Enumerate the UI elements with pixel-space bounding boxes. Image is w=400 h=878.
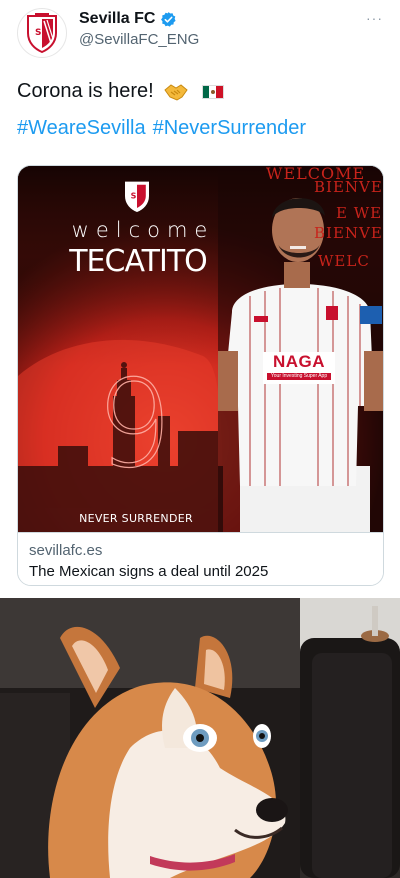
sponsor-tagline: Your Investing Super App xyxy=(267,373,331,380)
mexico-flag-icon xyxy=(201,84,224,99)
card-meta[interactable]: sevillafc.es The Mexican signs a deal un… xyxy=(18,532,383,585)
avatar[interactable]: S xyxy=(17,8,67,58)
welcome-heading: welcome xyxy=(71,218,215,242)
handle[interactable]: @SevillaFC_ENG xyxy=(79,31,199,48)
sevilla-crest-icon: S xyxy=(27,13,57,53)
card-image[interactable]: 9 WELCOME BIENVE E WE BIENVE WELC S welc… xyxy=(18,166,383,532)
svg-text:S: S xyxy=(131,191,137,200)
slogan: NEVER SURRENDER xyxy=(79,512,193,525)
author-name-row[interactable]: Sevilla FC xyxy=(79,10,177,28)
svg-text:9: 9 xyxy=(96,356,172,495)
player-name: TECATITO xyxy=(69,244,208,279)
dog-reaction-image xyxy=(0,598,400,878)
sponsor-name: NAGA xyxy=(272,352,326,371)
sponsor-badge: NAGA Your Investing Super App xyxy=(263,352,335,384)
verified-badge-icon xyxy=(161,11,177,27)
background-word: BIENVENID xyxy=(314,224,383,242)
surprised-corgi-picture xyxy=(0,598,400,878)
background-word: WELC xyxy=(318,252,370,270)
tweet-text-content: Corona is here! xyxy=(17,80,154,102)
link-card[interactable]: 9 WELCOME BIENVE E WE BIENVE WELC S welc… xyxy=(17,165,384,586)
card-title[interactable]: The Mexican signs a deal until 2025 xyxy=(29,563,268,580)
sevilla-crest-small-icon: S xyxy=(125,181,149,212)
display-name[interactable]: Sevilla FC xyxy=(79,10,155,28)
handshake-emoji-icon xyxy=(164,83,188,101)
hashtags: #WeareSevilla #NeverSurrender xyxy=(17,117,306,140)
more-options-icon[interactable]: ··· xyxy=(366,10,383,26)
tweet: S Sevilla FC @SevillaFC_ENG ··· Corona i… xyxy=(0,0,400,598)
hashtag-link-wearesevilla[interactable]: #WeareSevilla xyxy=(17,117,146,140)
background-word: BIENVENI xyxy=(314,178,383,196)
tweet-text: Corona is here! xyxy=(17,80,224,103)
hashtag-link-neversurrender[interactable]: #NeverSurrender xyxy=(153,117,306,140)
background-word: E WEL xyxy=(336,204,383,222)
svg-text:S: S xyxy=(35,28,41,38)
card-domain[interactable]: sevillafc.es xyxy=(29,542,102,559)
